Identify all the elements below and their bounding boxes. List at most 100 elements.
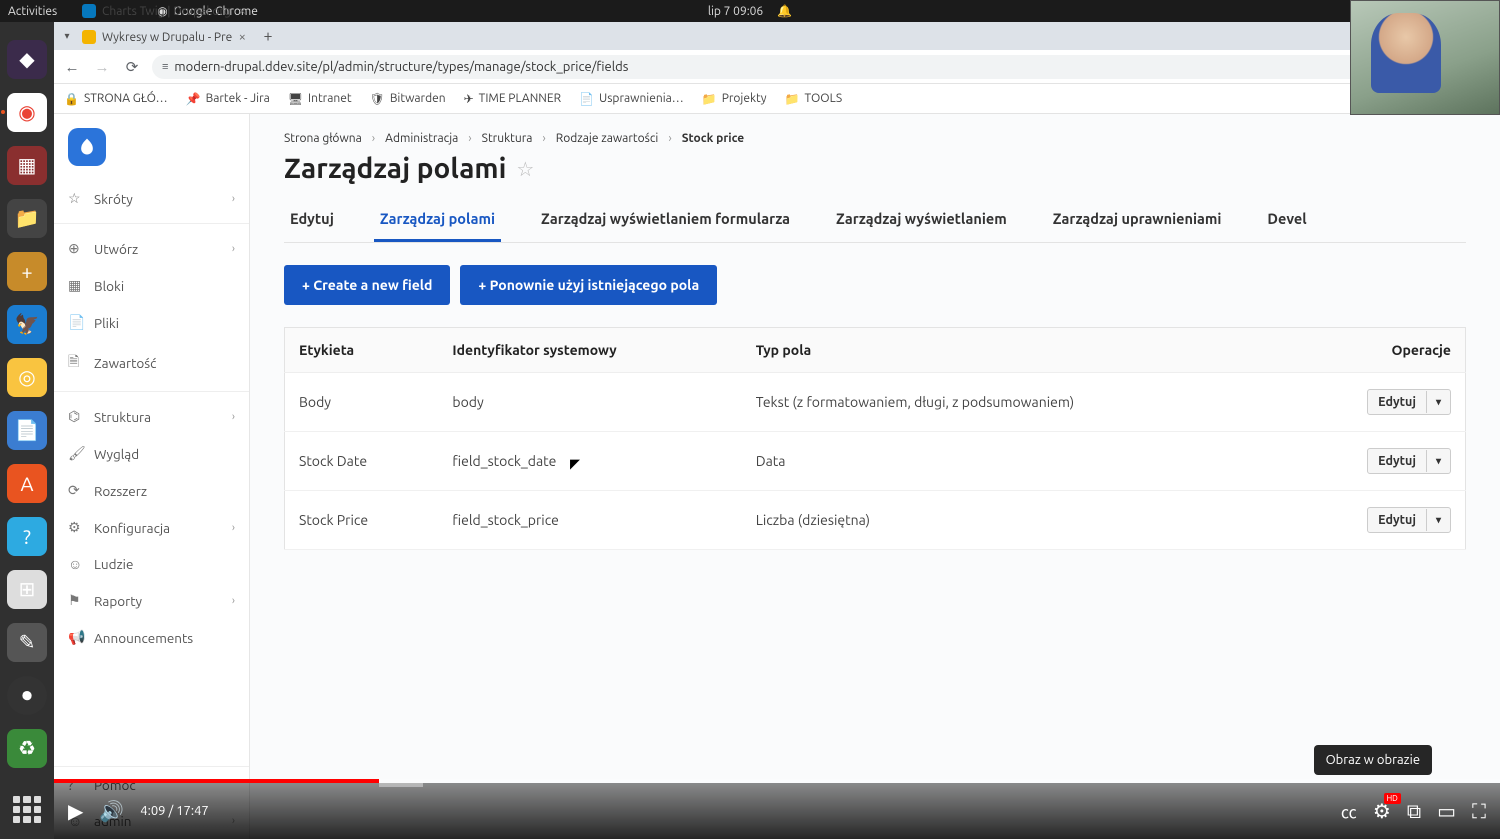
- edit-button[interactable]: Edytuj: [1368, 449, 1426, 473]
- fullscreen-button[interactable]: ⛶: [1472, 799, 1486, 823]
- dock-help[interactable]: ?: [7, 517, 47, 556]
- edit-button[interactable]: Edytuj: [1368, 508, 1426, 532]
- sidebar-icon: ☺: [68, 556, 84, 572]
- dropdown-toggle-icon[interactable]: ▾: [1426, 450, 1450, 472]
- site-info-icon[interactable]: ≡: [162, 61, 168, 73]
- local-tab[interactable]: Zarządzaj polami: [374, 200, 501, 242]
- dock-app[interactable]: ▦: [7, 146, 47, 185]
- field-type-cell: Liczba (dziesiętna): [742, 491, 1289, 550]
- sidebar-item[interactable]: 📢 Announcements: [54, 619, 249, 656]
- create-field-button[interactable]: + Create a new field: [284, 265, 450, 305]
- dock-app[interactable]: ◎: [7, 358, 47, 397]
- dock-show-apps[interactable]: [13, 796, 41, 823]
- sidebar-item[interactable]: ☆ Skróty ›: [54, 180, 249, 217]
- new-tab-button[interactable]: +: [256, 27, 280, 45]
- breadcrumb-separator: ›: [468, 132, 471, 145]
- local-tab[interactable]: Zarządzaj wyświetlaniem: [830, 200, 1013, 242]
- bookmark-item[interactable]: 📌Bartek - Jira: [186, 92, 270, 106]
- activities-button[interactable]: Activities: [8, 5, 57, 18]
- dropdown-toggle-icon[interactable]: ▾: [1426, 509, 1450, 531]
- sidebar-item[interactable]: ▦ Bloki: [54, 267, 249, 304]
- field-machine-cell: field_stock_price: [438, 491, 741, 550]
- close-tab-icon[interactable]: ×: [239, 30, 246, 44]
- forward-button[interactable]: →: [92, 58, 112, 76]
- dock-app[interactable]: +: [7, 252, 47, 291]
- back-button[interactable]: ←: [62, 58, 82, 76]
- pip-button[interactable]: ⧉: [1407, 799, 1421, 823]
- sidebar-item[interactable]: 🖌 Wygląd: [54, 435, 249, 472]
- local-tab[interactable]: Devel: [1261, 200, 1312, 242]
- breadcrumb-link[interactable]: Struktura: [482, 132, 533, 145]
- drupal-logo[interactable]: [68, 128, 106, 166]
- play-button[interactable]: ▶: [68, 799, 83, 823]
- bookmark-item[interactable]: 📄Usprawnienia…: [579, 92, 684, 106]
- clock[interactable]: lip 7 09:06: [708, 5, 763, 18]
- bookmark-item[interactable]: ✈TIME PLANNER: [464, 92, 562, 106]
- browser-tab[interactable]: Wykresy w Drupalu - Pre ×: [74, 24, 254, 50]
- progress-buffered: [379, 783, 422, 787]
- sidebar-label: Wygląd: [94, 446, 139, 462]
- theater-button[interactable]: ▭: [1437, 799, 1456, 823]
- url-text: modern-drupal.ddev.site/pl/admin/structu…: [174, 60, 628, 74]
- dock-app[interactable]: ◆: [7, 40, 47, 79]
- operations-dropbutton[interactable]: Edytuj ▾: [1367, 389, 1451, 415]
- tab-overflow-icon[interactable]: ▾: [60, 30, 74, 42]
- dock-files[interactable]: 📁: [7, 199, 47, 238]
- local-tab[interactable]: Zarządzaj wyświetlaniem formularza: [535, 200, 796, 242]
- dock-obs[interactable]: ⏺: [7, 676, 47, 715]
- bookmark-item[interactable]: 🛡Bitwarden: [370, 92, 446, 106]
- breadcrumb-link[interactable]: Strona główna: [284, 132, 362, 145]
- operations-dropbutton[interactable]: Edytuj ▾: [1367, 448, 1451, 474]
- bookmark-item[interactable]: 🔒STRONA GŁÓ…: [64, 92, 168, 106]
- sidebar-label: Konfiguracja: [94, 520, 170, 536]
- dock-chrome[interactable]: ◉: [7, 93, 47, 132]
- video-progress-bar[interactable]: [54, 779, 1500, 783]
- sidebar-label: Rozszerz: [94, 483, 147, 499]
- sidebar-icon: ⊕: [68, 240, 84, 257]
- breadcrumb-separator: ›: [668, 132, 671, 145]
- field-label-cell: Stock Date: [285, 432, 439, 491]
- sidebar-item[interactable]: ⚑ Raporty ›: [54, 582, 249, 619]
- edit-button[interactable]: Edytuj: [1368, 390, 1426, 414]
- close-tab-icon[interactable]: ×: [239, 4, 246, 18]
- dock-app[interactable]: 🦅: [7, 305, 47, 344]
- bookmark-favicon: 📌: [186, 92, 201, 106]
- notification-icon[interactable]: 🔔: [777, 4, 792, 18]
- sidebar-item[interactable]: ☺ Ludzie: [54, 546, 249, 582]
- bookmark-item[interactable]: 📁Projekty: [702, 92, 767, 106]
- sidebar-label: Raporty: [94, 593, 142, 609]
- settings-button[interactable]: ⚙: [1373, 799, 1391, 823]
- dock-app[interactable]: 📄: [7, 411, 47, 450]
- breadcrumb-link[interactable]: Administracja: [385, 132, 458, 145]
- local-tab[interactable]: Edytuj: [284, 200, 340, 242]
- bookmark-item[interactable]: 📁TOOLS: [785, 92, 843, 106]
- volume-button[interactable]: 🔊: [99, 799, 124, 823]
- favorite-star-icon[interactable]: ☆: [516, 157, 534, 181]
- dock-app[interactable]: ✎: [7, 623, 47, 662]
- sidebar-item[interactable]: ⚙ Konfiguracja ›: [54, 509, 249, 546]
- url-bar[interactable]: ≡ modern-drupal.ddev.site/pl/admin/struc…: [152, 55, 1400, 79]
- dock-software[interactable]: A: [7, 464, 47, 503]
- sidebar-item[interactable]: ⟳ Rozszerz: [54, 472, 249, 509]
- bookmark-item[interactable]: 🖥Intranet: [288, 92, 352, 106]
- captions-button[interactable]: ㏄: [1341, 799, 1357, 823]
- sidebar-item[interactable]: 📄 Pliki: [54, 304, 249, 341]
- sidebar-item[interactable]: ⊕ Utwórz ›: [54, 230, 249, 267]
- dock-trash[interactable]: ♻: [7, 729, 47, 768]
- reuse-field-button[interactable]: + Ponownie użyj istniejącego pola: [460, 265, 717, 305]
- bookmark-label: TOOLS: [805, 92, 843, 105]
- sidebar-item[interactable]: 🗎 Zawartość: [54, 341, 249, 385]
- sidebar-icon: 📢: [68, 629, 84, 646]
- bookmark-label: Intranet: [308, 92, 352, 105]
- sidebar-item[interactable]: ⌬ Struktura ›: [54, 398, 249, 435]
- dropdown-toggle-icon[interactable]: ▾: [1426, 391, 1450, 413]
- sidebar-icon: ⚙: [68, 519, 84, 536]
- table-row: Stock Date field_stock_date Data Edytuj …: [285, 432, 1466, 491]
- local-tab[interactable]: Zarządzaj uprawnieniami: [1047, 200, 1228, 242]
- browser-tab[interactable]: Charts Twig | Drupal.org ×: [74, 0, 254, 24]
- breadcrumb-link[interactable]: Rodzaje zawartości: [556, 132, 659, 145]
- reload-button[interactable]: ⟳: [122, 58, 142, 76]
- dock-app[interactable]: ⊞: [7, 570, 47, 609]
- operations-dropbutton[interactable]: Edytuj ▾: [1367, 507, 1451, 533]
- bookmark-favicon: 📁: [702, 92, 717, 106]
